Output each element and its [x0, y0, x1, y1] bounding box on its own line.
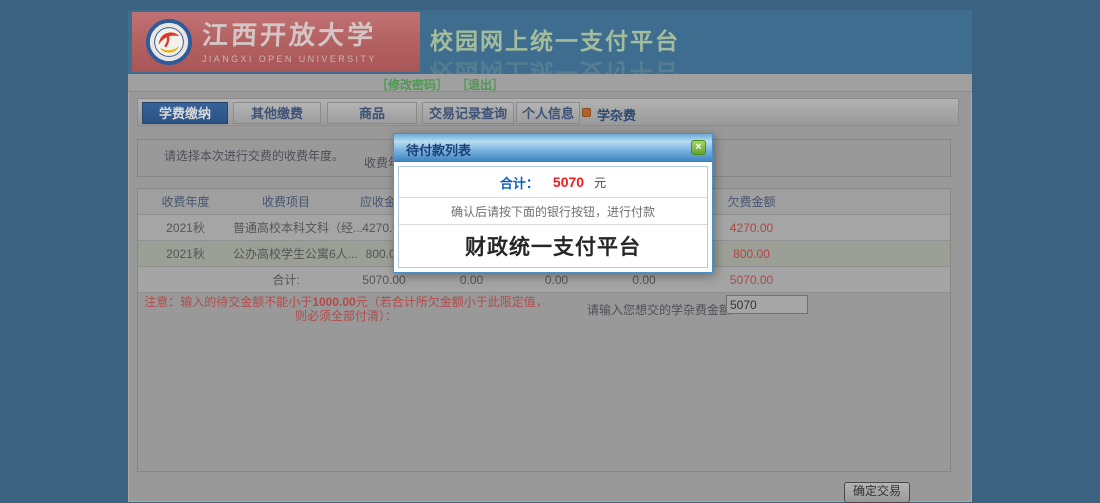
- tab-personal-info[interactable]: 个人信息: [516, 102, 580, 124]
- dialog-total-row: 合计： 5070 元: [399, 167, 707, 197]
- pending-payment-dialog: 待付款列表 × 合计： 5070 元 确认后请按下面的银行按钮，进行付款 财政统…: [393, 133, 713, 273]
- tab-tuition-payment[interactable]: 学费缴纳: [142, 102, 228, 124]
- total-5: 0.00: [514, 273, 599, 287]
- year-select-hint: 请选择本次进行交费的收费年度。: [164, 147, 344, 164]
- university-names: 江西开放大学 JIANGXI OPEN UNIVERSITY: [202, 21, 377, 64]
- col-header-year: 收费年度: [138, 193, 233, 210]
- payment-notice: 注意：输入的待交金额不能小于1000.00元（若合计所欠金额小于此限定值，则必须…: [144, 295, 548, 323]
- dialog-title: 待付款列表: [406, 140, 471, 159]
- university-name-en: JIANGXI OPEN UNIVERSITY: [202, 54, 377, 64]
- total-4: 0.00: [429, 273, 514, 287]
- amount-input[interactable]: [726, 295, 808, 314]
- university-logo-icon: [146, 19, 192, 65]
- bank-payment-button[interactable]: 财政统一支付平台: [399, 224, 707, 267]
- confirm-transaction-button[interactable]: 确定交易: [844, 482, 910, 503]
- change-password-link[interactable]: ［修改密码］: [376, 76, 448, 93]
- col-header-item: 收费项目: [233, 193, 339, 210]
- section-bullet-icon: [582, 108, 591, 117]
- tab-transaction-history[interactable]: 交易记录查询: [422, 102, 514, 124]
- university-name-cn: 江西开放大学: [201, 21, 377, 51]
- cell-item: 普通高校本科文科（经...: [233, 219, 339, 236]
- tab-strip: 学费缴纳 其他缴费 商品 交易记录查询 个人信息 学杂费: [137, 98, 959, 126]
- amount-input-label: 请输入您想交的学杂费金额:: [587, 301, 734, 318]
- total-due: 5070.00: [339, 273, 429, 287]
- dialog-instruction: 确认后请按下面的银行按钮，进行付款: [399, 197, 707, 224]
- notice-pre: 注意：输入的待交金额不能小于: [144, 295, 312, 309]
- total-label: 合计:: [233, 271, 339, 288]
- cell-year: 2021秋: [138, 245, 233, 262]
- dialog-inner-panel: 合计： 5070 元 确认后请按下面的银行按钮，进行付款 财政统一支付平台: [398, 166, 708, 268]
- university-banner: 江西开放大学 JIANGXI OPEN UNIVERSITY: [132, 12, 420, 72]
- dialog-total-unit: 元: [594, 174, 606, 191]
- total-owed: 5070.00: [689, 273, 814, 287]
- dialog-total-label: 合计：: [500, 173, 539, 192]
- close-icon[interactable]: ×: [691, 140, 706, 155]
- notice-amount: 1000.00: [312, 295, 355, 309]
- cell-item: 公办高校学生公寓6人...: [233, 245, 339, 262]
- header: 江西开放大学 JIANGXI OPEN UNIVERSITY 校园网上统一支付平…: [128, 10, 972, 74]
- logout-link[interactable]: ［退出］: [456, 76, 504, 93]
- tab-other-fees[interactable]: 其他缴费: [233, 102, 321, 124]
- total-6: 0.00: [599, 273, 689, 287]
- cell-year: 2021秋: [138, 219, 233, 236]
- platform-title: 校园网上统一支付平台: [430, 22, 680, 56]
- dialog-body: 合计： 5070 元 确认后请按下面的银行按钮，进行付款 财政统一支付平台: [394, 162, 712, 272]
- section-indicator-label: 学杂费: [597, 105, 636, 124]
- top-link-bar: ［修改密码］ ［退出］: [128, 74, 972, 92]
- tab-goods[interactable]: 商品: [327, 102, 417, 124]
- dialog-title-bar: 待付款列表 ×: [394, 134, 712, 162]
- dialog-total-value: 5070: [553, 174, 584, 190]
